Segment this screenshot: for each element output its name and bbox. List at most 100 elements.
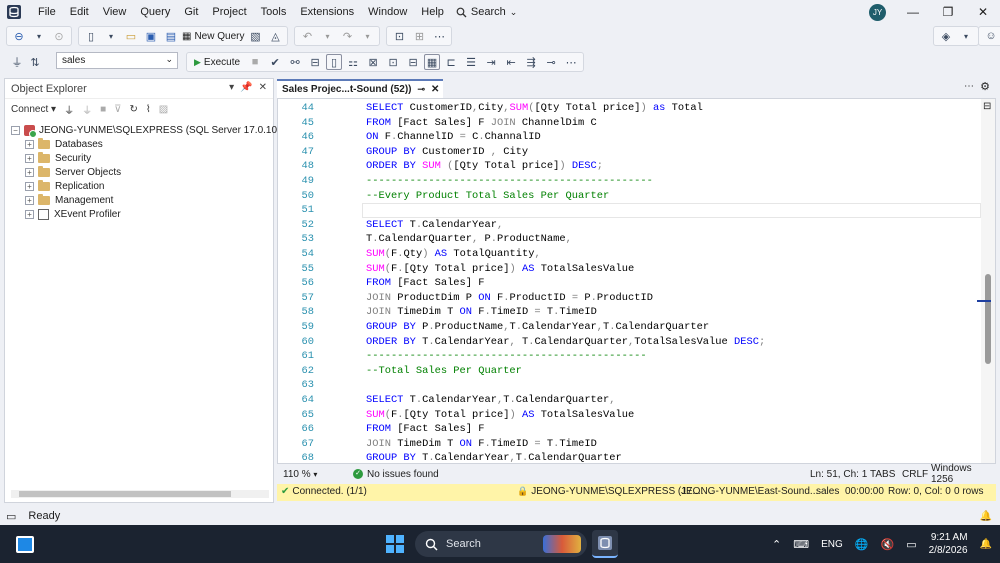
menu-window[interactable]: Window — [362, 0, 415, 24]
code-text[interactable]: ----------------------------------------… — [366, 174, 653, 189]
uncomment-icon[interactable]: ⇥ — [482, 53, 500, 71]
database-select[interactable]: sales ⌄ — [56, 52, 178, 69]
collapse-icon[interactable]: − — [11, 125, 20, 135]
code-line[interactable]: 68 GROUP BY T.CalendarYear,T.CalendarQuar… — [278, 451, 978, 463]
keyboard-icon[interactable]: ⌨ — [793, 538, 809, 551]
globe-icon[interactable]: 🌐 — [855, 538, 869, 551]
code-line[interactable]: 51 — [278, 203, 978, 218]
code-line[interactable]: 50 --Every Product Total Sales Per Quarte… — [278, 189, 978, 204]
connect-plug-icon[interactable]: ⏚ — [64, 102, 74, 117]
code-line[interactable]: 65 SUM(F.[Qty Total price]) AS TotalSales… — [278, 408, 978, 423]
expand-icon[interactable]: + — [25, 139, 34, 149]
tab-overflow-icon[interactable]: ⋯ — [964, 81, 974, 92]
code-line[interactable]: 63 — [278, 378, 978, 393]
menu-tools[interactable]: Tools — [255, 0, 295, 24]
save-all-icon[interactable]: ▤ — [162, 27, 180, 45]
menu-view[interactable]: View — [97, 0, 135, 24]
pin-icon[interactable]: 📌 — [240, 82, 252, 93]
code-text[interactable]: JOIN TimeDim T ON F.TimeID = T.TimeID — [366, 437, 597, 452]
restore-button[interactable]: ❐ — [931, 0, 965, 24]
code-text[interactable]: FROM [Fact Sales] F JOIN ChannelDim C — [366, 116, 597, 131]
dropdown-icon[interactable]: ▾ — [102, 27, 120, 45]
indent-mode[interactable]: TABS — [870, 469, 895, 480]
dropdown-icon[interactable]: ▾ — [358, 27, 376, 45]
code-text[interactable]: SUM(F.[Qty Total price]) AS TotalSalesVa… — [366, 262, 634, 277]
stop-icon[interactable]: ■ — [100, 104, 106, 115]
cursor-position[interactable]: Ln: 51, Ch: 1 — [810, 469, 867, 480]
undo-icon[interactable]: ↶ — [298, 27, 316, 45]
more-icon[interactable]: ⋯ — [430, 27, 448, 45]
live-stats-icon[interactable]: ⊠ — [364, 53, 382, 71]
vertical-scrollbar[interactable]: ⊟ — [977, 99, 995, 463]
increase-indent-icon[interactable]: ⇶ — [522, 53, 540, 71]
code-text[interactable]: GROUP BY CustomerID , City — [366, 145, 528, 160]
volume-icon[interactable]: 🔇 — [881, 538, 895, 551]
open-folder-icon[interactable]: ▭ — [122, 27, 140, 45]
code-text[interactable]: SELECT T.CalendarYear, — [366, 218, 503, 233]
issues-indicator[interactable]: ✓ No issues found — [353, 469, 439, 480]
copilot-icon[interactable]: ◈ — [937, 27, 955, 45]
code-line[interactable]: 61 --------------------------------------… — [278, 349, 978, 364]
code-line[interactable]: 59 GROUP BY P.ProductName,T.CalendarYear,… — [278, 320, 978, 335]
menu-file[interactable]: File — [32, 0, 64, 24]
code-line[interactable]: 46 ON F.ChannelID = C.ChannalID — [278, 130, 978, 145]
code-text[interactable]: GROUP BY P.ProductName,T.CalendarYear,T.… — [366, 320, 709, 335]
results-text-icon[interactable]: ⊟ — [404, 53, 422, 71]
tree-node-replication[interactable]: + Replication — [25, 179, 104, 193]
new-query-button[interactable]: ▦ New Query — [182, 31, 244, 42]
code-line[interactable]: 66 FROM [Fact Sales] F — [278, 422, 978, 437]
code-line[interactable]: 55 SUM(F.[Qty Total price]) AS TotalSales… — [278, 262, 978, 277]
minimize-button[interactable]: — — [896, 0, 930, 24]
expand-icon[interactable]: + — [25, 153, 34, 163]
code-line[interactable]: 64 SELECT T.CalendarYear,T.CalendarQuarte… — [278, 393, 978, 408]
summary-icon[interactable]: ▨ — [159, 104, 168, 115]
analysis-query-icon[interactable]: ◬ — [266, 27, 284, 45]
tree-node-management[interactable]: + Management — [25, 193, 113, 207]
comment-icon[interactable]: ☰ — [462, 53, 480, 71]
execute-button[interactable]: ▶ Execute — [190, 57, 244, 68]
tab-sales-project-query[interactable]: Sales Projec...t-Sound (52)) ⊸ ✕ — [277, 79, 443, 98]
language-indicator[interactable]: ENG — [821, 539, 843, 550]
menu-edit[interactable]: Edit — [64, 0, 97, 24]
code-line[interactable]: 48 ORDER BY SUM ([Qty Total price]) DESC; — [278, 159, 978, 174]
chevron-up-icon[interactable]: ⌃ — [772, 538, 781, 551]
chevron-down-icon[interactable]: ▾ — [229, 82, 234, 93]
code-text[interactable]: --Total Sales Per Quarter — [366, 364, 522, 379]
code-line[interactable]: 54 SUM(F.Qty) AS TotalQuantity, — [278, 247, 978, 262]
parse-check-icon[interactable]: ✔ — [266, 53, 284, 71]
close-tab-icon[interactable]: ✕ — [431, 84, 439, 95]
code-line[interactable]: 44 SELECT CustomerID,City,SUM([Qty Total … — [278, 101, 978, 116]
code-text[interactable]: JOIN ProductDim P ON F.ProductID = P.Pro… — [366, 291, 653, 306]
more-icon[interactable]: ⋯ — [562, 53, 580, 71]
include-plan-icon[interactable]: ⚏ — [344, 53, 362, 71]
code-text[interactable]: ORDER BY SUM ([Qty Total price]) DESC; — [366, 159, 603, 174]
clock[interactable]: 9:21 AM 2/8/2026 — [929, 531, 968, 557]
forward-icon[interactable]: ⊙ — [50, 27, 68, 45]
database-query-icon[interactable]: ▧ — [246, 27, 264, 45]
taskbar-search[interactable]: Search — [415, 531, 587, 557]
close-icon[interactable]: ✕ — [259, 82, 267, 93]
back-icon[interactable]: ⊖ — [10, 27, 28, 45]
refresh-icon[interactable]: ↻ — [129, 104, 137, 115]
expand-icon[interactable]: + — [25, 209, 34, 219]
code-line[interactable]: 57 JOIN ProductDim P ON F.ProductID = P.P… — [278, 291, 978, 306]
code-text[interactable]: SUM(F.[Qty Total price]) AS TotalSalesVa… — [366, 408, 634, 423]
code-text[interactable]: ON F.ChannelID = C.ChannalID — [366, 130, 541, 145]
code-line[interactable]: 67 JOIN TimeDim T ON F.TimeID = T.TimeID — [278, 437, 978, 452]
code-text[interactable]: SELECT CustomerID,City,SUM([Qty Total pr… — [366, 101, 703, 116]
tree-node-server-objects[interactable]: + Server Objects — [25, 165, 121, 179]
line-ending[interactable]: CRLF — [902, 469, 928, 480]
split-editor-icon[interactable]: ⊟ — [983, 101, 991, 112]
notifications-icon[interactable]: 🔔 — [980, 511, 992, 522]
menu-help[interactable]: Help — [415, 0, 452, 24]
change-connection-icon[interactable]: ⇅ — [26, 53, 44, 71]
code-text[interactable]: SELECT T.CalendarYear,T.CalendarQuarter, — [366, 393, 616, 408]
notification-bell-icon[interactable]: 🔔 — [980, 539, 992, 550]
dropdown-icon[interactable]: ▾ — [957, 27, 975, 45]
code-line[interactable]: 58 JOIN TimeDim T ON F.TimeID = T.TimeID — [278, 305, 978, 320]
expand-icon[interactable]: + — [25, 167, 34, 177]
display-plan-icon[interactable]: ⚯ — [286, 53, 304, 71]
code-line[interactable]: 47 GROUP BY CustomerID , City — [278, 145, 978, 160]
menu-search[interactable]: Search ⌄ — [456, 6, 517, 18]
new-file-icon[interactable]: ▯ — [82, 27, 100, 45]
